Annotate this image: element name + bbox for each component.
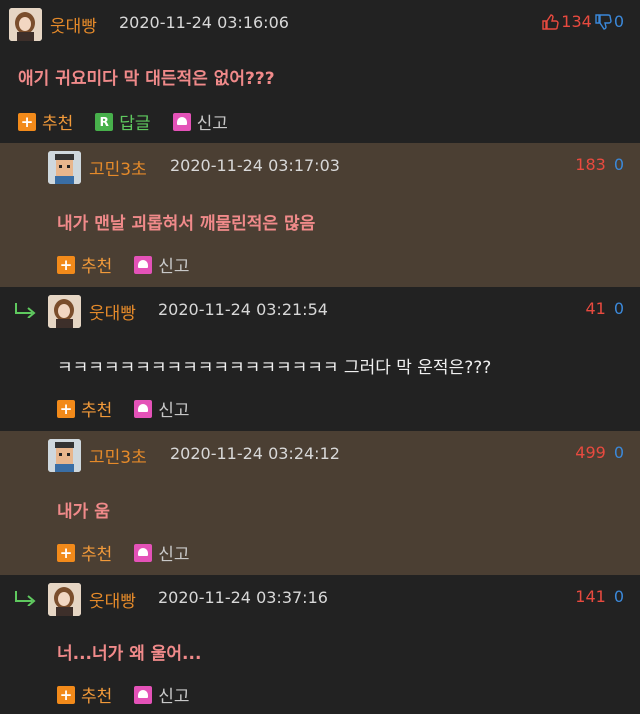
upvote-count: 41 bbox=[585, 299, 606, 318]
recommend-label: 추천 bbox=[42, 114, 74, 134]
report-label: 신고 bbox=[158, 257, 190, 277]
reply-arrow-icon bbox=[14, 302, 38, 319]
report-button[interactable]: 신고 bbox=[134, 540, 190, 565]
comment-text: ㅋㅋㅋㅋㅋㅋㅋㅋㅋㅋㅋㅋㅋㅋㅋㅋㅋㅋ 그러다 막 운적은??? bbox=[57, 358, 492, 378]
report-siren-icon bbox=[134, 255, 153, 274]
comment-header: 웃대빵 2020-11-24 03:21:54 41 0 bbox=[0, 287, 640, 328]
comment-timestamp: 2020-11-24 03:17:03 bbox=[170, 156, 340, 175]
report-siren-icon bbox=[134, 543, 153, 562]
report-siren-icon bbox=[134, 685, 153, 704]
reply-label: 답글 bbox=[119, 114, 151, 134]
comment-text: 내가 움 bbox=[57, 502, 110, 522]
vote-counts: 499 0 bbox=[575, 443, 624, 462]
upvote-count: 141 bbox=[575, 587, 606, 606]
comment-item: 웃대빵 2020-11-24 03:16:06 134 0 애기 귀요미다 막 … bbox=[0, 0, 640, 143]
avatar[interactable] bbox=[48, 295, 81, 328]
report-label: 신고 bbox=[158, 401, 190, 421]
comment-nickname[interactable]: 웃대빵 bbox=[89, 587, 136, 612]
comment-timestamp: 2020-11-24 03:24:12 bbox=[170, 444, 340, 463]
upvote-count: 183 bbox=[575, 155, 606, 174]
reply-r-icon: R bbox=[95, 112, 114, 131]
comment-text: 내가 맨날 괴롭혀서 깨물린적은 많음 bbox=[57, 214, 316, 234]
recommend-button[interactable]: + 추천 bbox=[57, 252, 112, 277]
avatar[interactable] bbox=[9, 8, 42, 41]
comment-actions: + 추천 신고 bbox=[57, 396, 190, 421]
vote-counts: 141 0 bbox=[575, 587, 624, 606]
recommend-label: 추천 bbox=[81, 401, 113, 421]
comment-text: 너...너가 왜 울어... bbox=[57, 644, 202, 664]
comment-header: 고민3초 2020-11-24 03:24:12 499 0 bbox=[0, 431, 640, 472]
upvote-count: 134 bbox=[561, 12, 592, 31]
comment-item: 고민3초 2020-11-24 03:24:12 499 0 내가 움 + 추천… bbox=[0, 431, 640, 575]
comment-actions: + 추천 신고 bbox=[57, 252, 190, 277]
comment-nickname[interactable]: 고민3초 bbox=[89, 443, 147, 468]
comment-nickname[interactable]: 웃대빵 bbox=[50, 12, 97, 37]
recommend-button[interactable]: + 추천 bbox=[57, 682, 112, 707]
comment-timestamp: 2020-11-24 03:37:16 bbox=[158, 588, 328, 607]
comment-timestamp: 2020-11-24 03:21:54 bbox=[158, 300, 328, 319]
recommend-label: 추천 bbox=[81, 545, 113, 565]
comment-actions: + 추천 R 답글 신고 bbox=[18, 109, 228, 134]
comment-header: 웃대빵 2020-11-24 03:37:16 141 0 bbox=[0, 575, 640, 616]
report-siren-icon bbox=[172, 112, 191, 131]
recommend-label: 추천 bbox=[81, 257, 113, 277]
downvote-count: 0 bbox=[613, 12, 624, 31]
plus-icon: + bbox=[57, 685, 75, 704]
avatar[interactable] bbox=[48, 439, 81, 472]
recommend-button[interactable]: + 추천 bbox=[57, 540, 112, 565]
plus-icon: + bbox=[57, 399, 75, 418]
comment-text: 애기 귀요미다 막 대든적은 없어??? bbox=[18, 69, 275, 89]
downvote-count: 0 bbox=[613, 587, 624, 606]
vote-counts: 134 0 bbox=[541, 12, 624, 31]
plus-icon: + bbox=[57, 543, 75, 562]
avatar[interactable] bbox=[48, 583, 81, 616]
comment-item: 웃대빵 2020-11-24 03:37:16 141 0 너...너가 왜 울… bbox=[0, 575, 640, 714]
reply-arrow-icon bbox=[14, 590, 38, 607]
report-button[interactable]: 신고 bbox=[134, 396, 190, 421]
downvote-count: 0 bbox=[613, 155, 624, 174]
comment-actions: + 추천 신고 bbox=[57, 682, 190, 707]
comment-item: 웃대빵 2020-11-24 03:21:54 41 0 ㅋㅋㅋㅋㅋㅋㅋㅋㅋㅋㅋ… bbox=[0, 287, 640, 431]
thumbs-down-icon[interactable] bbox=[594, 13, 612, 31]
report-label: 신고 bbox=[158, 545, 190, 565]
comment-header: 고민3초 2020-11-24 03:17:03 183 0 bbox=[0, 143, 640, 184]
comment-nickname[interactable]: 고민3초 bbox=[89, 155, 147, 180]
vote-counts: 183 0 bbox=[575, 155, 624, 174]
report-label: 신고 bbox=[196, 114, 228, 134]
recommend-button[interactable]: + 추천 bbox=[18, 109, 73, 134]
report-button[interactable]: 신고 bbox=[134, 252, 190, 277]
report-siren-icon bbox=[134, 399, 153, 418]
comment-actions: + 추천 신고 bbox=[57, 540, 190, 565]
thumbs-up-icon[interactable] bbox=[541, 13, 559, 31]
comment-nickname[interactable]: 웃대빵 bbox=[89, 299, 136, 324]
avatar[interactable] bbox=[48, 151, 81, 184]
recommend-label: 추천 bbox=[81, 687, 113, 707]
report-button[interactable]: 신고 bbox=[172, 109, 228, 134]
comment-item: 고민3초 2020-11-24 03:17:03 183 0 내가 맨날 괴롭혀… bbox=[0, 143, 640, 287]
report-label: 신고 bbox=[158, 687, 190, 707]
downvote-count: 0 bbox=[613, 443, 624, 462]
plus-icon: + bbox=[57, 255, 75, 274]
recommend-button[interactable]: + 추천 bbox=[57, 396, 112, 421]
downvote-count: 0 bbox=[613, 299, 624, 318]
vote-counts: 41 0 bbox=[585, 299, 624, 318]
reply-button[interactable]: R 답글 bbox=[95, 109, 151, 134]
comment-timestamp: 2020-11-24 03:16:06 bbox=[119, 13, 289, 32]
upvote-count: 499 bbox=[575, 443, 606, 462]
comment-header: 웃대빵 2020-11-24 03:16:06 134 0 bbox=[0, 0, 640, 41]
plus-icon: + bbox=[18, 112, 36, 131]
report-button[interactable]: 신고 bbox=[134, 682, 190, 707]
